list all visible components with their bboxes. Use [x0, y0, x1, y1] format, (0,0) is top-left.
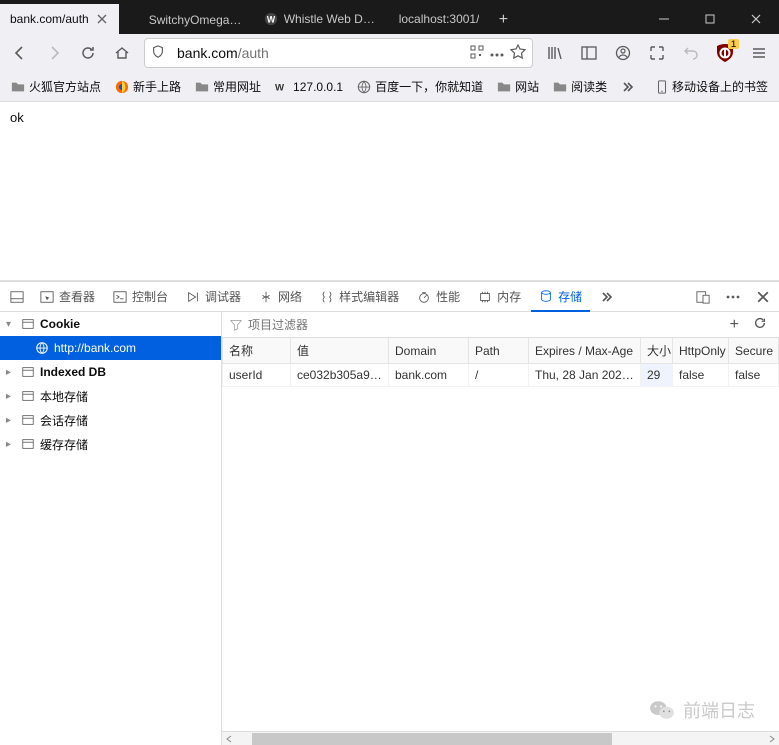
refresh-icon[interactable] [749, 316, 771, 333]
svg-text:W: W [267, 15, 276, 25]
devtools-tab-storage[interactable]: 存储 [531, 282, 590, 312]
tab-1[interactable]: SwitchyOmega 选项 [119, 4, 254, 34]
url-text: bank.com/auth [177, 45, 464, 61]
col-expires[interactable]: Expires / Max-Age [529, 338, 641, 364]
col-size[interactable]: 大小 [641, 338, 673, 364]
tree-localstorage[interactable]: ▸本地存储 [0, 384, 221, 408]
devtools-tab-console[interactable]: 控制台 [105, 282, 176, 312]
bookmark-item[interactable]: W127.0.0.1 [270, 77, 348, 97]
tree-indexeddb[interactable]: ▸Indexed DB [0, 360, 221, 384]
bookmarks-bar: 火狐官方站点 新手上路 常用网址 W127.0.0.1 百度一下，你就知道 网站… [0, 72, 779, 102]
kebab-icon[interactable] [721, 281, 745, 313]
new-tab-button[interactable]: + [489, 6, 517, 34]
bookmark-item[interactable]: 火狐官方站点 [6, 75, 106, 98]
bookmark-overflow[interactable] [616, 77, 640, 97]
navbar: bank.com/auth 1 [0, 34, 779, 72]
menu-icon[interactable] [743, 37, 775, 69]
col-httponly[interactable]: HttpOnly [673, 338, 729, 364]
devtools-tab-memory[interactable]: 内存 [470, 282, 529, 312]
maximize-button[interactable] [687, 4, 733, 34]
table-row[interactable]: userId ce032b305a9b... bank.com / Thu, 2… [223, 364, 779, 387]
tab-3[interactable]: localhost:3001/ [389, 4, 490, 34]
bookmark-mobile[interactable]: 移动设备上的书签 [651, 75, 773, 98]
url-bar[interactable]: bank.com/auth [144, 38, 533, 68]
page-body-text: ok [10, 110, 24, 125]
meatball-icon[interactable] [490, 46, 504, 60]
switchyomega-icon [129, 12, 143, 26]
sidebar-icon[interactable] [573, 37, 605, 69]
home-button[interactable] [106, 37, 138, 69]
close-window-button[interactable] [733, 4, 779, 34]
devtools-tab-inspector[interactable]: 查看器 [32, 282, 103, 312]
back-button[interactable] [4, 37, 36, 69]
qr-icon[interactable] [470, 45, 484, 62]
tree-sessionstorage[interactable]: ▸会话存储 [0, 408, 221, 432]
whistle-icon: W [264, 12, 278, 26]
close-icon[interactable] [95, 12, 109, 26]
library-icon[interactable] [539, 37, 571, 69]
undo-icon[interactable] [675, 37, 707, 69]
devtools-tabs: 查看器 控制台 调试器 网络 样式编辑器 性能 内存 存储 [0, 282, 779, 312]
tab-2[interactable]: W Whistle Web Debugger [254, 4, 389, 34]
close-devtools-icon[interactable] [751, 281, 775, 313]
col-value[interactable]: 值 [291, 338, 389, 364]
add-icon[interactable]: + [726, 316, 743, 334]
tab-title: bank.com/auth [10, 12, 89, 26]
col-path[interactable]: Path [469, 338, 529, 364]
star-icon[interactable] [510, 44, 526, 63]
tab-title: SwitchyOmega 选项 [149, 11, 244, 28]
filter-input[interactable] [248, 318, 720, 332]
filter-row: + [222, 312, 779, 338]
scrollbar-footer [222, 731, 779, 745]
horizontal-scrollbar[interactable] [236, 732, 765, 745]
tab-title: localhost:3001/ [399, 12, 480, 26]
bookmark-item[interactable]: 百度一下，你就知道 [352, 75, 488, 98]
bookmark-item[interactable]: 阅读类 [548, 75, 612, 98]
responsive-icon[interactable] [691, 281, 715, 313]
minimize-button[interactable] [641, 4, 687, 34]
devtools-tab-debugger[interactable]: 调试器 [178, 282, 249, 312]
screenshot-icon[interactable] [641, 37, 673, 69]
col-secure[interactable]: Secure [729, 338, 779, 364]
tab-0[interactable]: bank.com/auth [0, 4, 119, 34]
page-content: ok [0, 102, 779, 280]
devtools-tab-style[interactable]: 样式编辑器 [312, 282, 407, 312]
col-name[interactable]: 名称 [223, 338, 291, 364]
col-domain[interactable]: Domain [389, 338, 469, 364]
bookmark-item[interactable]: 网站 [492, 75, 544, 98]
svg-text:W: W [275, 82, 285, 93]
tree-cachestorage[interactable]: ▸缓存存储 [0, 432, 221, 456]
tree-cookie[interactable]: ▾Cookie [0, 312, 221, 336]
devtools-tab-performance[interactable]: 性能 [409, 282, 468, 312]
devtools: 查看器 控制台 调试器 网络 样式编辑器 性能 内存 存储 ▾Cookie ht… [0, 280, 779, 745]
cookie-table: 名称 值 Domain Path Expires / Max-Age 大小 Ht… [222, 338, 779, 387]
window-controls [641, 4, 779, 34]
account-icon[interactable] [607, 37, 639, 69]
bookmark-item[interactable]: 常用网址 [190, 75, 266, 98]
filter-icon [230, 319, 242, 331]
titlebar: bank.com/auth SwitchyOmega 选项 W Whistle … [0, 0, 779, 34]
ublock-badge: 1 [728, 39, 739, 49]
forward-button[interactable] [38, 37, 70, 69]
dock-icon[interactable] [4, 281, 30, 313]
shield-icon[interactable] [151, 45, 165, 62]
devtools-tab-network[interactable]: 网络 [251, 282, 310, 312]
tab-title: Whistle Web Debugger [284, 12, 379, 26]
bookmark-item[interactable]: 新手上路 [110, 75, 186, 98]
table-header-row: 名称 值 Domain Path Expires / Max-Age 大小 Ht… [223, 338, 779, 364]
reload-button[interactable] [72, 37, 104, 69]
devtools-tab-overflow[interactable] [592, 282, 622, 312]
tree-cookie-host[interactable]: http://bank.com [0, 336, 221, 360]
storage-tree: ▾Cookie http://bank.com ▸Indexed DB ▸本地存… [0, 312, 222, 745]
ublock-icon[interactable]: 1 [709, 37, 741, 69]
